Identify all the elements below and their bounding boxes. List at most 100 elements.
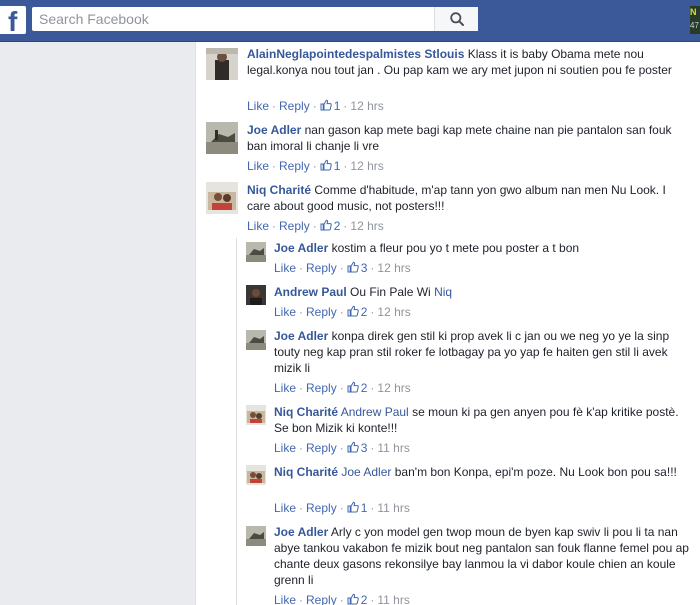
search-button[interactable] [434,7,478,31]
separator: · [312,219,317,233]
reply-text: Ou Fin Pale Wi [350,285,431,299]
timestamp[interactable]: 12 hrs [377,305,410,319]
reply-link[interactable]: Reply [279,159,310,173]
avatar[interactable] [206,122,238,154]
thumbnail-subtext: 47 [690,21,699,30]
separator: · [312,159,317,173]
separator: · [299,593,304,605]
reply-actions: Like · Reply · 2 · 12 hrs [274,304,411,320]
reply-thread-line [236,238,237,605]
avatar[interactable] [246,330,266,350]
search-input[interactable] [32,7,434,31]
like-link[interactable]: Like [247,159,269,173]
like-link[interactable]: Like [247,219,269,233]
reply-link[interactable]: Reply [306,305,337,319]
reply-author[interactable]: Niq Charité [274,465,338,479]
reply-author[interactable]: Niq Charité [274,405,338,419]
separator: · [343,159,348,173]
thumbs-up-icon[interactable] [347,261,359,273]
thumbs-up-icon[interactable] [347,593,359,605]
tagged-user[interactable]: Niq [434,285,452,299]
separator: · [299,261,304,275]
timestamp[interactable]: 12 hrs [350,219,383,233]
reply-actions: Like · Reply · 2 · 11 hrs [274,592,410,605]
thumbs-up-icon[interactable] [320,219,332,231]
thumbs-up-icon[interactable] [320,99,332,111]
comment-actions: Like · Reply · 1 · 12 hrs [247,158,384,174]
reply-actions: Like · Reply · 3 · 11 hrs [274,440,410,456]
reply-link[interactable]: Reply [279,219,310,233]
avatar[interactable] [246,405,266,425]
avatar[interactable] [246,285,266,305]
reply-link[interactable]: Reply [306,261,337,275]
reply-text: konpa direk gen stil ki prop avek li c j… [274,329,670,375]
timestamp[interactable]: 11 hrs [377,593,409,605]
separator: · [299,381,304,395]
like-link[interactable]: Like [274,593,296,605]
thumbs-up-icon[interactable] [347,441,359,453]
search-icon [449,12,464,26]
separator: · [370,593,375,605]
timestamp[interactable]: 12 hrs [350,99,383,113]
reply-author[interactable]: Joe Adler [274,525,328,539]
separator: · [339,305,344,319]
avatar[interactable] [246,242,266,262]
avatar[interactable] [206,182,238,214]
comment-author[interactable]: AlainNeglapointedespalmistes Stlouis [247,47,464,61]
timestamp[interactable]: 12 hrs [377,261,410,275]
thumbs-up-icon[interactable] [320,159,332,171]
separator: · [299,441,304,455]
comments-panel: AlainNeglapointedespalmistes Stlouis Kla… [195,42,700,605]
comment-actions: Like · Reply · 1 · 12 hrs [247,98,384,114]
like-link[interactable]: Like [274,501,296,515]
timestamp[interactable]: 11 hrs [377,441,409,455]
timestamp[interactable]: 11 hrs [377,501,409,515]
separator: · [299,501,304,515]
separator: · [272,99,277,113]
separator: · [339,593,344,605]
reply-author[interactable]: Joe Adler [274,241,328,255]
like-link[interactable]: Like [247,99,269,113]
like-link[interactable]: Like [274,381,296,395]
separator: · [370,261,375,275]
avatar[interactable] [246,465,266,485]
reply-text: kostim a fleur pou yo t mete pou poster … [331,241,580,255]
reply-link[interactable]: Reply [306,501,337,515]
separator: · [339,441,344,455]
thumbs-up-icon[interactable] [347,501,359,513]
comment-text: nan gason kap mete bagi kap mete chaine … [247,123,672,153]
reply-actions: Like · Reply · 1 · 11 hrs [274,500,410,516]
avatar[interactable] [206,48,238,80]
reply-link[interactable]: Reply [306,593,337,605]
separator: · [343,219,348,233]
reply-link[interactable]: Reply [306,441,337,455]
comment-author[interactable]: Niq Charité [247,183,311,197]
search-bar [32,7,478,31]
reply-author[interactable]: Andrew Paul [274,285,347,299]
facebook-logo-icon[interactable]: f [0,6,26,34]
separator: · [299,305,304,319]
separator: · [370,305,375,319]
timestamp[interactable]: 12 hrs [350,159,383,173]
timestamp[interactable]: 12 hrs [377,381,410,395]
separator: · [370,441,375,455]
separator: · [339,261,344,275]
like-link[interactable]: Like [274,305,296,319]
mentioned-user[interactable]: Joe Adler [341,465,391,479]
comment-actions: Like · Reply · 2 · 12 hrs [247,218,384,234]
reply-text: ban'm bon Konpa, epi'm poze. Nu Look bon… [394,465,677,479]
separator: · [343,99,348,113]
partial-thumbnail[interactable]: N 47 [690,6,700,34]
thumbs-up-icon[interactable] [347,381,359,393]
separator: · [312,99,317,113]
comment-author[interactable]: Joe Adler [247,123,301,137]
mentioned-user[interactable]: Andrew Paul [341,405,409,419]
like-link[interactable]: Like [274,261,296,275]
reply-link[interactable]: Reply [279,99,310,113]
thumbs-up-icon[interactable] [347,305,359,317]
separator: · [370,501,375,515]
reply-author[interactable]: Joe Adler [274,329,328,343]
reply-link[interactable]: Reply [306,381,337,395]
like-link[interactable]: Like [274,441,296,455]
avatar[interactable] [246,526,266,546]
